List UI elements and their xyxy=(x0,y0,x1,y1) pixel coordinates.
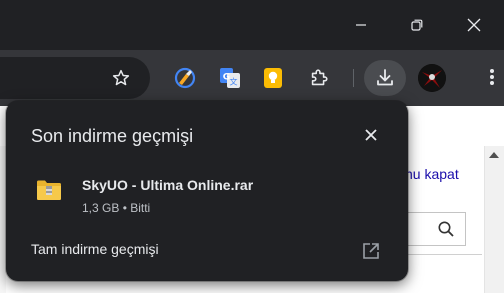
brush-extension-button[interactable] xyxy=(170,63,200,93)
downloads-button[interactable] xyxy=(364,60,406,96)
close-window-button[interactable] xyxy=(446,0,502,50)
keep-lightbulb-icon xyxy=(264,68,282,88)
full-download-history-link[interactable]: Tam indirme geçmişi xyxy=(31,241,159,257)
brush-extension-icon xyxy=(174,67,196,89)
open-history-button[interactable] xyxy=(360,240,382,262)
restore-button[interactable] xyxy=(389,0,445,50)
close-icon xyxy=(365,129,377,141)
profile-avatar[interactable] xyxy=(418,64,446,92)
kebab-menu-icon xyxy=(490,69,494,73)
page-scrollbar[interactable] xyxy=(484,146,504,293)
toolbar-separator xyxy=(353,69,354,87)
browser-window: G 文 nu kapat Son indirme geçmişi SkyUO -… xyxy=(0,0,504,293)
open-in-new-icon xyxy=(363,243,379,259)
google-translate-button[interactable]: G 文 xyxy=(215,63,245,93)
download-file-meta: 1,3 GB • Bitti xyxy=(82,201,151,215)
download-icon xyxy=(377,69,393,86)
title-bar xyxy=(0,0,504,50)
restore-icon xyxy=(411,19,423,31)
browser-toolbar: G 文 xyxy=(0,50,504,106)
close-icon xyxy=(467,18,481,32)
google-translate-icon: G 文 xyxy=(220,68,240,88)
download-file-name: SkyUO - Ultima Online.rar xyxy=(82,177,254,193)
avatar-image-icon xyxy=(418,64,446,92)
scroll-up-arrow-icon[interactable] xyxy=(489,152,499,158)
bubble-close-button[interactable] xyxy=(360,124,382,146)
downloads-bubble: Son indirme geçmişi SkyUO - Ultima Onlin… xyxy=(6,101,408,281)
svg-text:文: 文 xyxy=(230,77,238,87)
keep-extension-button[interactable] xyxy=(258,63,288,93)
address-bar[interactable] xyxy=(0,57,150,99)
star-icon xyxy=(112,69,130,86)
kebab-menu-button[interactable] xyxy=(484,67,500,89)
minimize-button[interactable] xyxy=(333,0,389,50)
search-icon xyxy=(438,221,454,237)
minimize-icon xyxy=(356,24,366,26)
page-search-button[interactable] xyxy=(430,214,462,244)
bookmark-star-button[interactable] xyxy=(108,67,134,89)
close-link[interactable]: nu kapat xyxy=(405,166,459,182)
download-item[interactable]: SkyUO - Ultima Online.rar 1,3 GB • Bitti xyxy=(6,165,408,221)
bubble-title: Son indirme geçmişi xyxy=(31,126,194,146)
extensions-button[interactable] xyxy=(304,63,334,93)
zip-folder-icon xyxy=(37,180,61,200)
puzzle-extensions-icon xyxy=(311,69,328,86)
